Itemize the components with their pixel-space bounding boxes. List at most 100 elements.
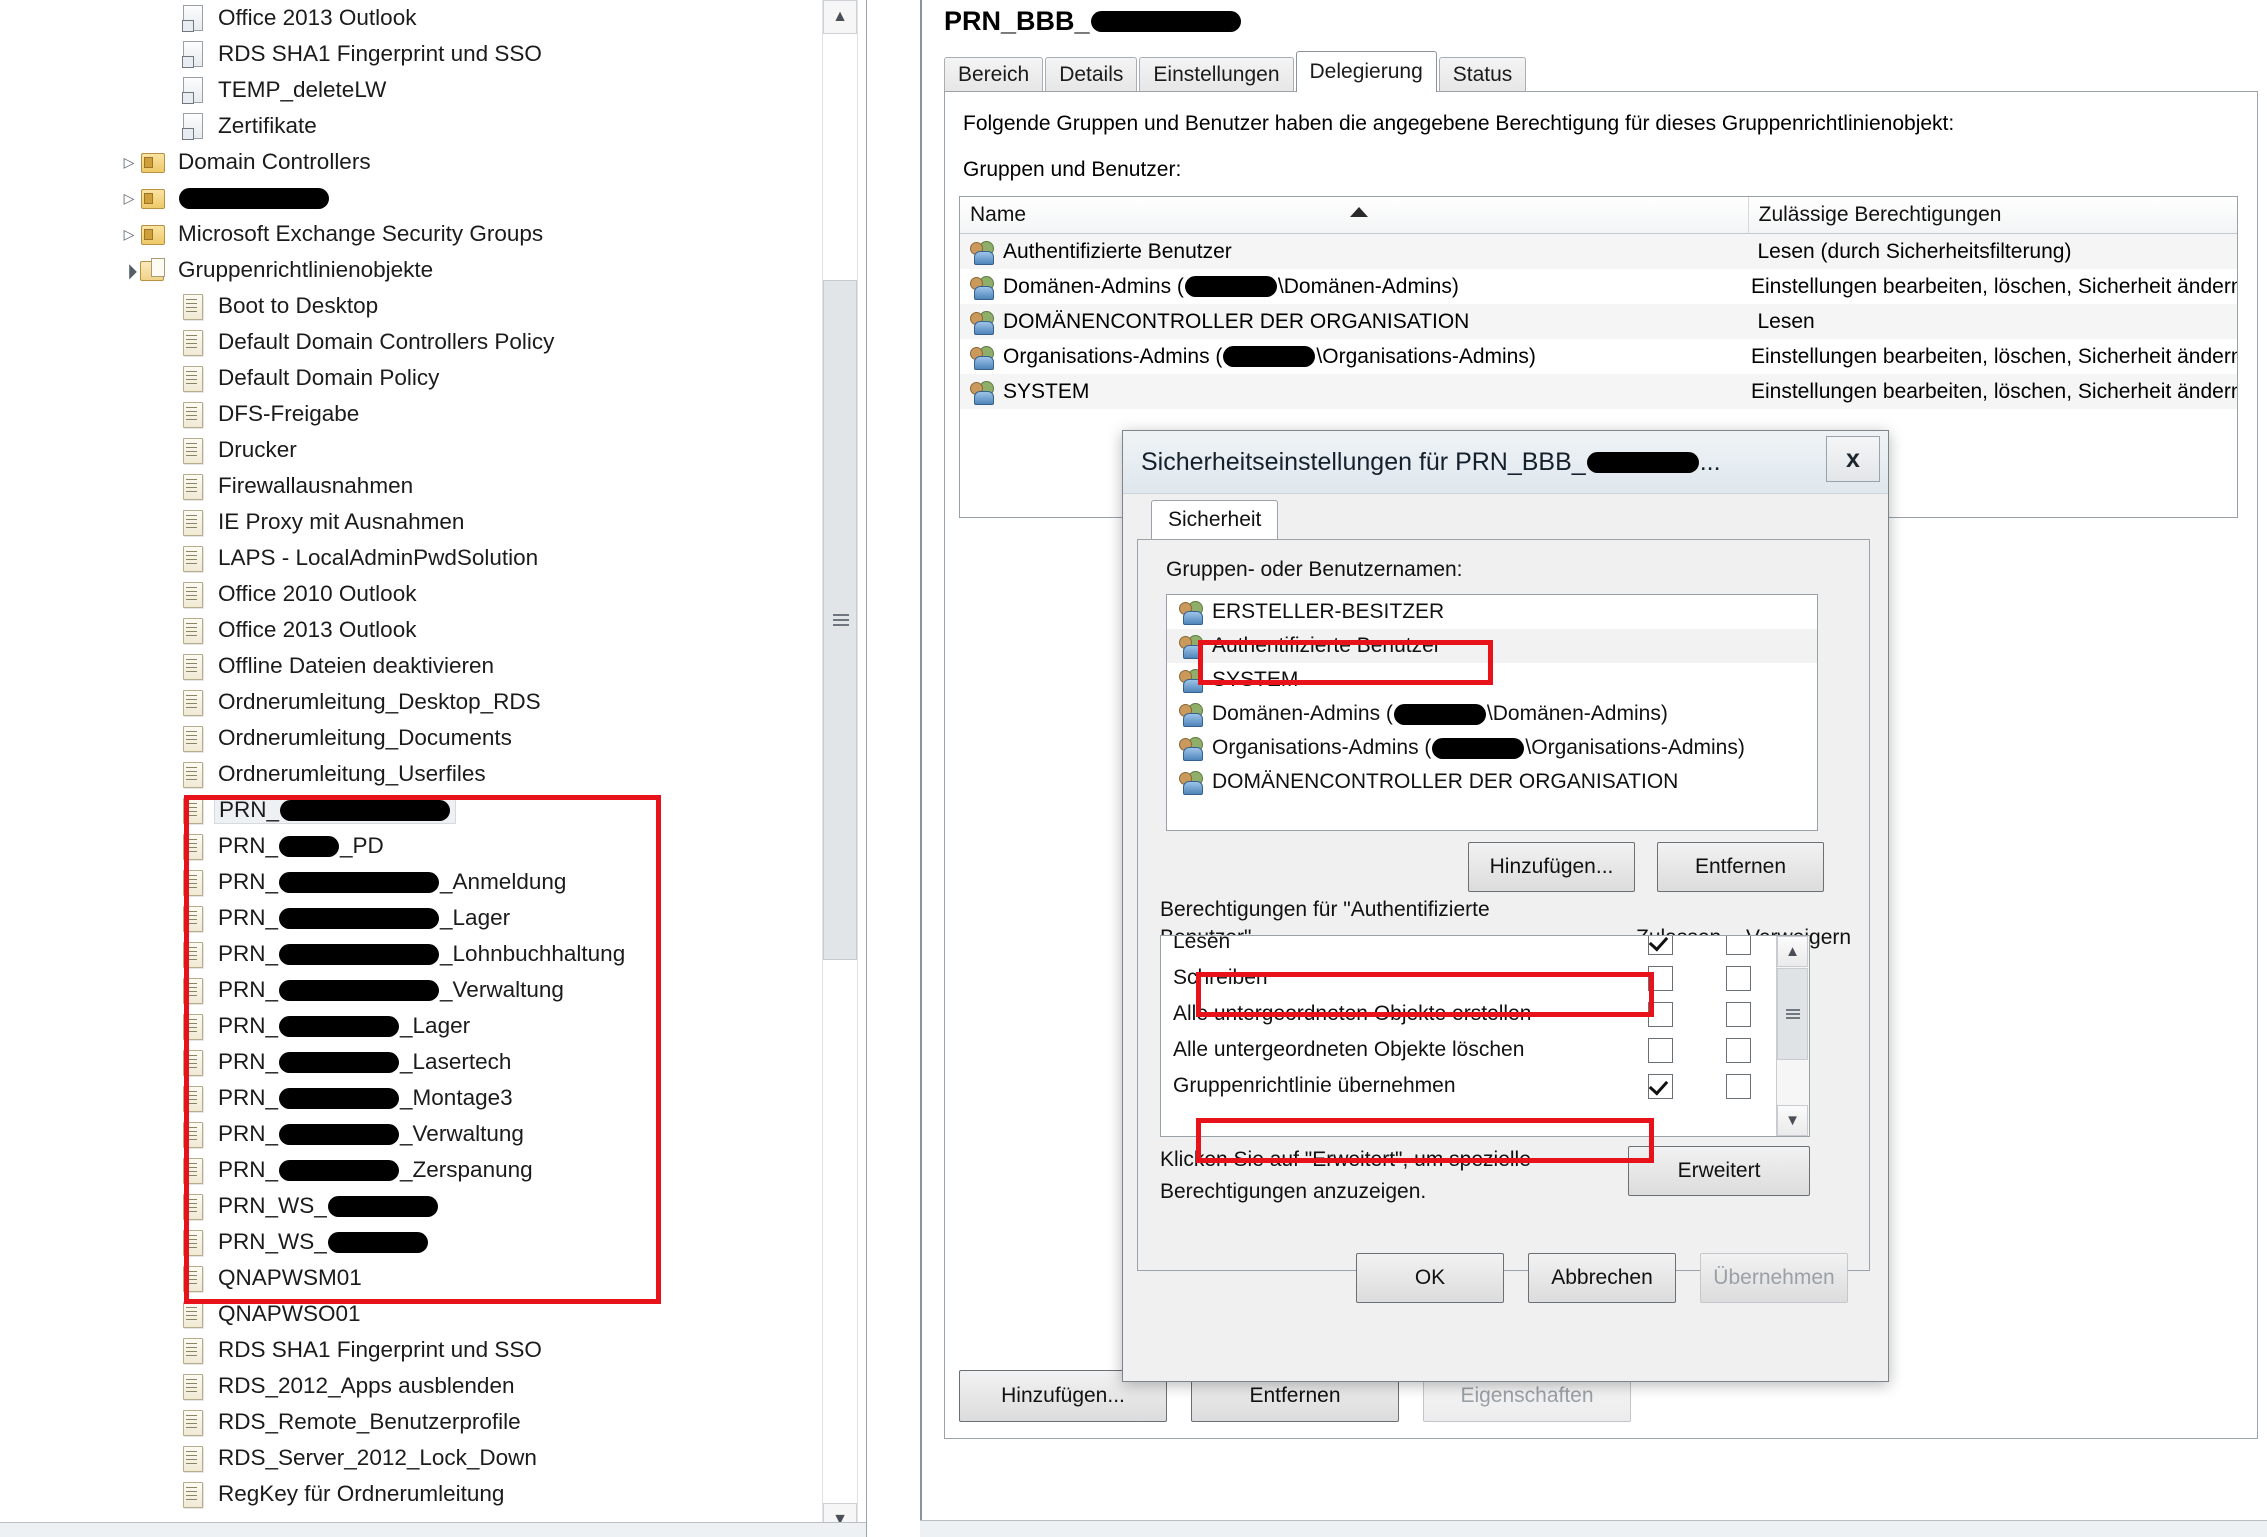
tree-item[interactable]: IE Proxy mit Ausnahmen [0, 504, 850, 540]
detail-tabs[interactable]: Bereich Details Einstellungen Delegierung St… [944, 51, 1528, 92]
tree-item[interactable]: Ordnerumleitung_Userfiles [0, 756, 850, 792]
tree-item[interactable]: Ordnerumleitung_Documents [0, 720, 850, 756]
tab-status[interactable]: Status [1438, 57, 1527, 92]
permission-row[interactable]: Schreiben [1161, 960, 1777, 996]
gpo-tree[interactable]: Office 2013 Outlook RDS SHA1 Fingerprint … [0, 0, 850, 1512]
tab-bereich[interactable]: Bereich [944, 57, 1044, 92]
tree-item[interactable]: PRN_ _Anmeldung [0, 864, 850, 900]
permission-row[interactable]: Alle untergeordneten Objekte erstellen [1161, 996, 1777, 1032]
chevron-expanded-icon[interactable] [118, 262, 140, 279]
tab-delegierung[interactable]: Delegierung [1295, 51, 1437, 92]
allow-checkbox[interactable] [1647, 1073, 1673, 1099]
list-item[interactable]: Organisations-Admins (\Organisations-Adm… [1167, 731, 1817, 765]
entfernen-button[interactable]: Entfernen [1657, 842, 1824, 892]
tree-item[interactable]: QNAPWSO01 [0, 1296, 850, 1332]
table-row[interactable]: DOMÄNENCONTROLLER DER ORGANISATION Lesen [960, 304, 2237, 339]
table-row[interactable]: SYSTEM Einstellungen bearbeiten, löschen,… [960, 374, 2237, 409]
chevron-collapsed-icon[interactable] [118, 190, 140, 207]
tree-item[interactable]: PRN_ _Lager [0, 1008, 850, 1044]
tree-item[interactable]: Office 2013 Outlook [0, 0, 850, 36]
tree-item[interactable]: PRN_ _Lasertech [0, 1044, 850, 1080]
tab-details[interactable]: Details [1045, 57, 1138, 92]
deny-checkbox[interactable] [1725, 1037, 1751, 1063]
tree-item[interactable]: Offline Dateien deaktivieren [0, 648, 850, 684]
scroll-up-icon[interactable]: ▲ [823, 0, 857, 34]
hinzufügen-button[interactable]: Hinzufügen... [1468, 842, 1635, 892]
dialog-tabs[interactable]: Sicherheit [1137, 500, 1870, 539]
tree-item[interactable]: RDS_Server_2012_Lock_Down [0, 1440, 850, 1476]
tree-item[interactable]: PRN_ _PD [0, 828, 850, 864]
table-row[interactable]: Domänen-Admins (\Domänen-Admins) Einstell… [960, 269, 2237, 304]
advanced-button[interactable]: Erweitert [1628, 1146, 1810, 1196]
tree-item[interactable]: PRN_ [0, 792, 850, 828]
tree-item[interactable]: RegKey für Ordnerumleitung [0, 1476, 850, 1512]
column-header-permissions[interactable]: Zulässige Berechtigungen [1749, 197, 2237, 233]
tab-sicherheit[interactable]: Sicherheit [1151, 500, 1279, 539]
tree-item[interactable]: Ordnerumleitung_Desktop_RDS [0, 684, 850, 720]
allow-checkbox[interactable] [1647, 936, 1673, 955]
permission-row[interactable]: Lesen [1161, 936, 1777, 960]
tree-item[interactable] [0, 180, 850, 216]
scrollbar-thumb[interactable] [1777, 968, 1808, 1060]
tree-item[interactable]: PRN_ _Lohnbuchhaltung [0, 936, 850, 972]
abbrechen-button[interactable]: Abbrechen [1528, 1253, 1676, 1303]
tree-item[interactable]: Firewallausnahmen [0, 468, 850, 504]
deny-checkbox[interactable] [1725, 1073, 1751, 1099]
tree-item[interactable]: PRN_ _Zerspanung [0, 1152, 850, 1188]
table-row[interactable]: Authentifizierte Benutzer Lesen (durch Si… [960, 234, 2237, 269]
scrollbar-thumb[interactable] [823, 280, 857, 960]
tree-item[interactable]: RDS_Remote_Benutzerprofile [0, 1404, 850, 1440]
close-icon[interactable]: x [1826, 436, 1880, 482]
tree-item[interactable]: PRN_ _Lager [0, 900, 850, 936]
tree-scrollbar[interactable]: ▲ ▼ [822, 0, 858, 1537]
table-row[interactable]: Organisations-Admins (\Organisations-Adm… [960, 339, 2237, 374]
allow-checkbox[interactable] [1647, 965, 1673, 991]
list-item[interactable]: ERSTELLER-BESITZER [1167, 595, 1817, 629]
permission-row[interactable]: Alle untergeordneten Objekte löschen [1161, 1032, 1777, 1068]
scroll-up-icon[interactable]: ▲ [1777, 936, 1808, 967]
tree-item[interactable]: Boot to Desktop [0, 288, 850, 324]
chevron-collapsed-icon[interactable] [118, 226, 140, 243]
scroll-down-icon[interactable]: ▼ [1777, 1105, 1808, 1136]
tab-einstellungen[interactable]: Einstellungen [1139, 57, 1294, 92]
tree-item[interactable]: PRN_WS_ [0, 1188, 850, 1224]
tree-item[interactable]: Drucker [0, 432, 850, 468]
allow-checkbox[interactable] [1647, 1037, 1673, 1063]
list-item[interactable]: Domänen-Admins (\Domänen-Admins) [1167, 697, 1817, 731]
permissions-scrollbar[interactable]: ▲ ▼ [1776, 936, 1809, 1136]
tree-item[interactable]: TEMP_deleteLW [0, 72, 850, 108]
tree-item[interactable]: PRN_ _Verwaltung [0, 972, 850, 1008]
permissions-table[interactable]: Lesen Schreiben Alle untergeordneten Objek… [1160, 935, 1810, 1137]
tree-item[interactable]: LAPS - LocalAdminPwdSolution [0, 540, 850, 576]
list-item[interactable]: DOMÄNENCONTROLLER DER ORGANISATION [1167, 765, 1817, 799]
tree-item[interactable]: DFS-Freigabe [0, 396, 850, 432]
list-item[interactable]: SYSTEM [1167, 663, 1817, 697]
tree-item[interactable]: Microsoft Exchange Security Groups [0, 216, 850, 252]
deny-checkbox[interactable] [1725, 936, 1751, 955]
tree-item[interactable]: PRN_ _Verwaltung [0, 1116, 850, 1152]
tree-item[interactable]: Default Domain Policy [0, 360, 850, 396]
deny-checkbox[interactable] [1725, 965, 1751, 991]
tree-item[interactable]: Gruppenrichtlinienobjekte [0, 252, 850, 288]
tree-item-label-wrap: PRN_ _Lasertech [218, 1049, 511, 1075]
tree-item[interactable]: Zertifikate [0, 108, 850, 144]
list-item[interactable]: Authentifizierte Benutzer [1167, 629, 1817, 663]
chevron-collapsed-icon[interactable] [118, 154, 140, 171]
permission-row[interactable]: Gruppenrichtlinie übernehmen [1161, 1068, 1777, 1104]
tree-item-label: Default Domain Policy [218, 365, 440, 390]
tree-item[interactable]: RDS_2012_Apps ausblenden [0, 1368, 850, 1404]
ok-button[interactable]: OK [1356, 1253, 1504, 1303]
deny-checkbox[interactable] [1725, 1001, 1751, 1027]
group-user-list[interactable]: ERSTELLER-BESITZER Authentifizierte Benut… [1166, 594, 1818, 831]
tree-item[interactable]: Office 2013 Outlook [0, 612, 850, 648]
column-header-name[interactable]: Name [960, 197, 1749, 233]
tree-item[interactable]: QNAPWSM01 [0, 1260, 850, 1296]
allow-checkbox[interactable] [1647, 1001, 1673, 1027]
tree-item[interactable]: RDS SHA1 Fingerprint und SSO [0, 1332, 850, 1368]
tree-item[interactable]: Domain Controllers [0, 144, 850, 180]
tree-item[interactable]: PRN_WS_ [0, 1224, 850, 1260]
tree-item[interactable]: RDS SHA1 Fingerprint und SSO [0, 36, 850, 72]
tree-item[interactable]: Default Domain Controllers Policy [0, 324, 850, 360]
tree-item[interactable]: Office 2010 Outlook [0, 576, 850, 612]
tree-item[interactable]: PRN_ _Montage3 [0, 1080, 850, 1116]
